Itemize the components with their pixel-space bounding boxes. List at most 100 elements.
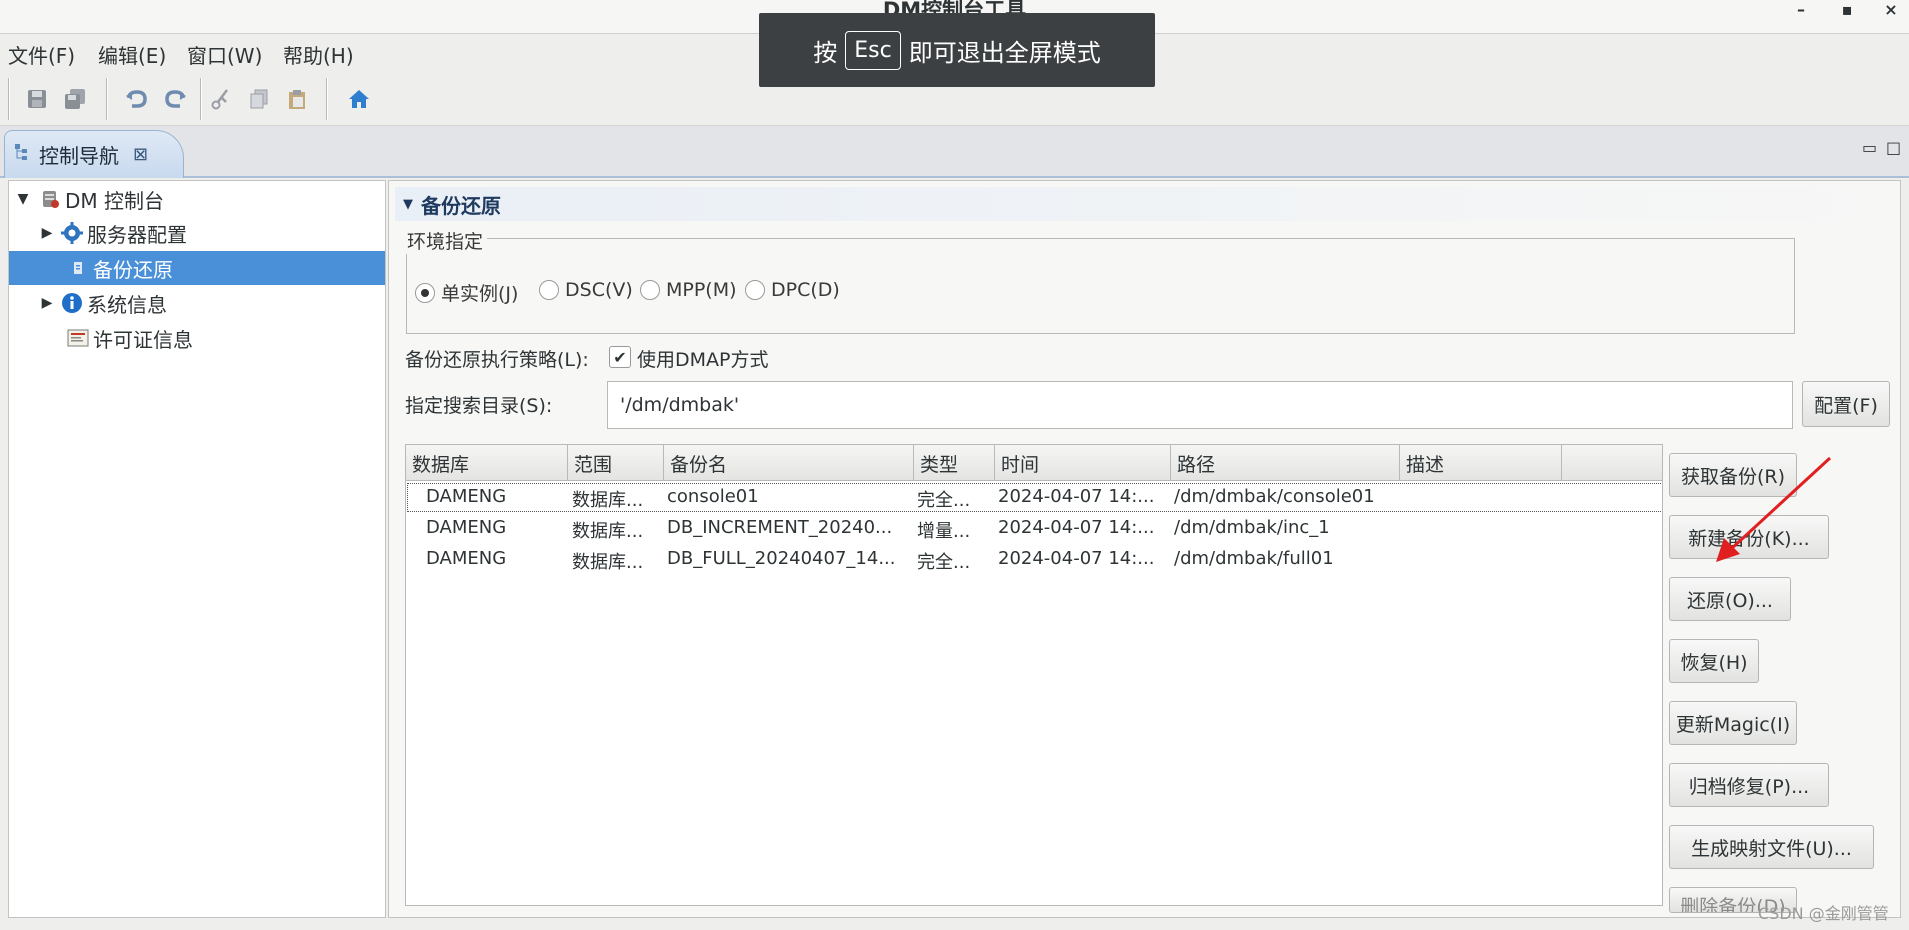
close-icon[interactable]: ⊠: [133, 144, 148, 165]
cell-database: DAMENG: [426, 486, 507, 507]
notice-prefix: 按: [813, 38, 838, 67]
table-header: 数据库 范围 备份名 类型 时间 路径 描述: [406, 445, 1662, 481]
tab-label: 控制导航: [39, 144, 119, 168]
info-icon: [61, 292, 83, 314]
tree-root-dm-console[interactable]: ▼ DM 控制台: [9, 182, 385, 216]
fullscreen-notice: 按 Esc 即可退出全屏模式: [759, 13, 1155, 87]
save-icon[interactable]: [22, 84, 52, 114]
menu-window[interactable]: 窗口(W): [183, 38, 266, 71]
cell-type: 完全...: [917, 552, 971, 573]
cell-backup-name: DB_INCREMENT_20240...: [667, 517, 893, 538]
tree-item-label: 备份还原: [93, 257, 173, 282]
recover-button[interactable]: 恢复(H): [1669, 639, 1759, 683]
annotation-arrow: [1716, 456, 1832, 562]
backup-table: 数据库 范围 备份名 类型 时间 路径 描述 DAMENG 数据库... con…: [405, 444, 1663, 906]
cell-backup-name: console01: [667, 486, 759, 507]
radio-label: MPP(M): [666, 279, 737, 301]
radio-label: 单实例(J): [441, 283, 519, 305]
column-type[interactable]: 类型: [914, 445, 995, 481]
column-scope[interactable]: 范围: [568, 445, 664, 481]
cell-database: DAMENG: [426, 548, 507, 569]
table-row[interactable]: DAMENG 数据库... DB_FULL_20240407_14... 完全.…: [406, 544, 1662, 575]
view-maximize-button[interactable]: □: [1886, 138, 1901, 157]
backup-icon: [67, 257, 89, 279]
section-header[interactable]: ▼ 备份还原: [395, 187, 1895, 221]
column-description[interactable]: 描述: [1400, 445, 1562, 481]
redo-icon[interactable]: [160, 84, 190, 114]
radio-button[interactable]: [745, 280, 765, 300]
tree-item-system-info[interactable]: ▶ 系统信息: [9, 286, 385, 320]
cut-icon[interactable]: [206, 84, 236, 114]
expand-right-icon[interactable]: ▶: [39, 295, 55, 311]
close-button[interactable]: ×: [1876, 0, 1906, 20]
database-icon: [39, 188, 61, 210]
radio-single-instance[interactable]: 单实例(J): [415, 279, 518, 306]
column-backup-name[interactable]: 备份名: [664, 445, 914, 481]
radio-button[interactable]: [640, 280, 660, 300]
expand-down-icon[interactable]: ▼: [15, 191, 31, 207]
section-title: 备份还原: [421, 193, 501, 218]
radio-button[interactable]: [539, 280, 559, 300]
cell-scope: 数据库...: [572, 552, 644, 573]
license-icon: [67, 327, 89, 349]
toolbar-separator: [200, 78, 202, 120]
gear-icon: [61, 222, 83, 244]
menu-edit[interactable]: 编辑(E): [94, 38, 170, 71]
notice-suffix: 即可退出全屏模式: [908, 38, 1101, 67]
minimize-button[interactable]: –: [1786, 0, 1816, 20]
search-dir-input[interactable]: [607, 381, 1793, 429]
cell-time: 2024-04-07 14:...: [998, 486, 1155, 507]
cell-type: 完全...: [917, 490, 971, 511]
config-button[interactable]: 配置(F): [1802, 381, 1890, 427]
tree-item-backup-restore[interactable]: 备份还原: [9, 251, 385, 285]
view-minimize-button[interactable]: ▭: [1862, 138, 1877, 157]
watermark: CSDN @金刚管管: [1758, 904, 1889, 923]
tree-item-server-config[interactable]: ▶ 服务器配置: [9, 216, 385, 250]
restore-button[interactable]: 还原(O)...: [1669, 577, 1791, 621]
column-time[interactable]: 时间: [995, 445, 1171, 481]
table-row[interactable]: DAMENG 数据库... DB_INCREMENT_20240... 增量..…: [406, 513, 1662, 544]
cell-path: /dm/dmbak/inc_1: [1174, 517, 1330, 538]
tab-control-navigation[interactable]: 控制导航 ⊠: [4, 130, 184, 178]
expand-right-icon[interactable]: ▶: [39, 225, 55, 241]
radio-label: DPC(D): [771, 279, 840, 301]
copy-icon[interactable]: [244, 84, 274, 114]
tree-item-label: 服务器配置: [87, 222, 187, 247]
table-row[interactable]: DAMENG 数据库... console01 完全... 2024-04-07…: [406, 482, 1662, 513]
cell-path: /dm/dmbak/full01: [1174, 548, 1334, 569]
navigation-tree: ▼ DM 控制台 ▶ 服务器配置 备份还原 ▶ 系统信息 许可证信息: [8, 180, 386, 918]
cell-backup-name: DB_FULL_20240407_14...: [667, 548, 896, 569]
tree-item-label: 系统信息: [87, 292, 167, 317]
update-magic-button[interactable]: 更新Magic(I): [1669, 701, 1797, 745]
dmap-checkbox[interactable]: ✔: [609, 346, 631, 368]
generate-mapfile-button[interactable]: 生成映射文件(U)...: [1669, 825, 1874, 869]
column-database[interactable]: 数据库: [406, 445, 568, 481]
navigator-icon: [13, 142, 33, 167]
search-dir-label: 指定搜索目录(S):: [405, 395, 553, 417]
collapse-icon[interactable]: ▼: [403, 197, 413, 212]
cell-type: 增量...: [917, 521, 971, 542]
tree-item-label: 许可证信息: [93, 327, 193, 352]
cell-database: DAMENG: [426, 517, 507, 538]
esc-key-hint: Esc: [845, 30, 901, 70]
tree-item-license-info[interactable]: 许可证信息: [9, 321, 385, 355]
archive-repair-button[interactable]: 归档修复(P)...: [1669, 763, 1829, 807]
environment-legend: 环境指定: [403, 227, 488, 254]
paste-icon[interactable]: [282, 84, 312, 114]
menu-help[interactable]: 帮助(H): [279, 38, 358, 71]
save-all-icon[interactable]: [60, 84, 90, 114]
column-path[interactable]: 路径: [1171, 445, 1400, 481]
cell-scope: 数据库...: [572, 490, 644, 511]
cell-scope: 数据库...: [572, 521, 644, 542]
radio-mpp[interactable]: MPP(M): [640, 279, 737, 301]
view-tab-row: 控制导航 ⊠ ▭ □: [0, 126, 1909, 178]
undo-icon[interactable]: [122, 84, 152, 114]
radio-dsc[interactable]: DSC(V): [539, 279, 633, 301]
maximize-button[interactable]: ▪: [1832, 0, 1862, 20]
toolbar-separator: [326, 78, 328, 120]
menu-file[interactable]: 文件(F): [4, 38, 79, 71]
radio-button-checked[interactable]: [415, 282, 435, 303]
home-icon[interactable]: [344, 84, 374, 114]
toolbar-separator: [8, 78, 10, 120]
radio-dpc[interactable]: DPC(D): [745, 279, 840, 301]
